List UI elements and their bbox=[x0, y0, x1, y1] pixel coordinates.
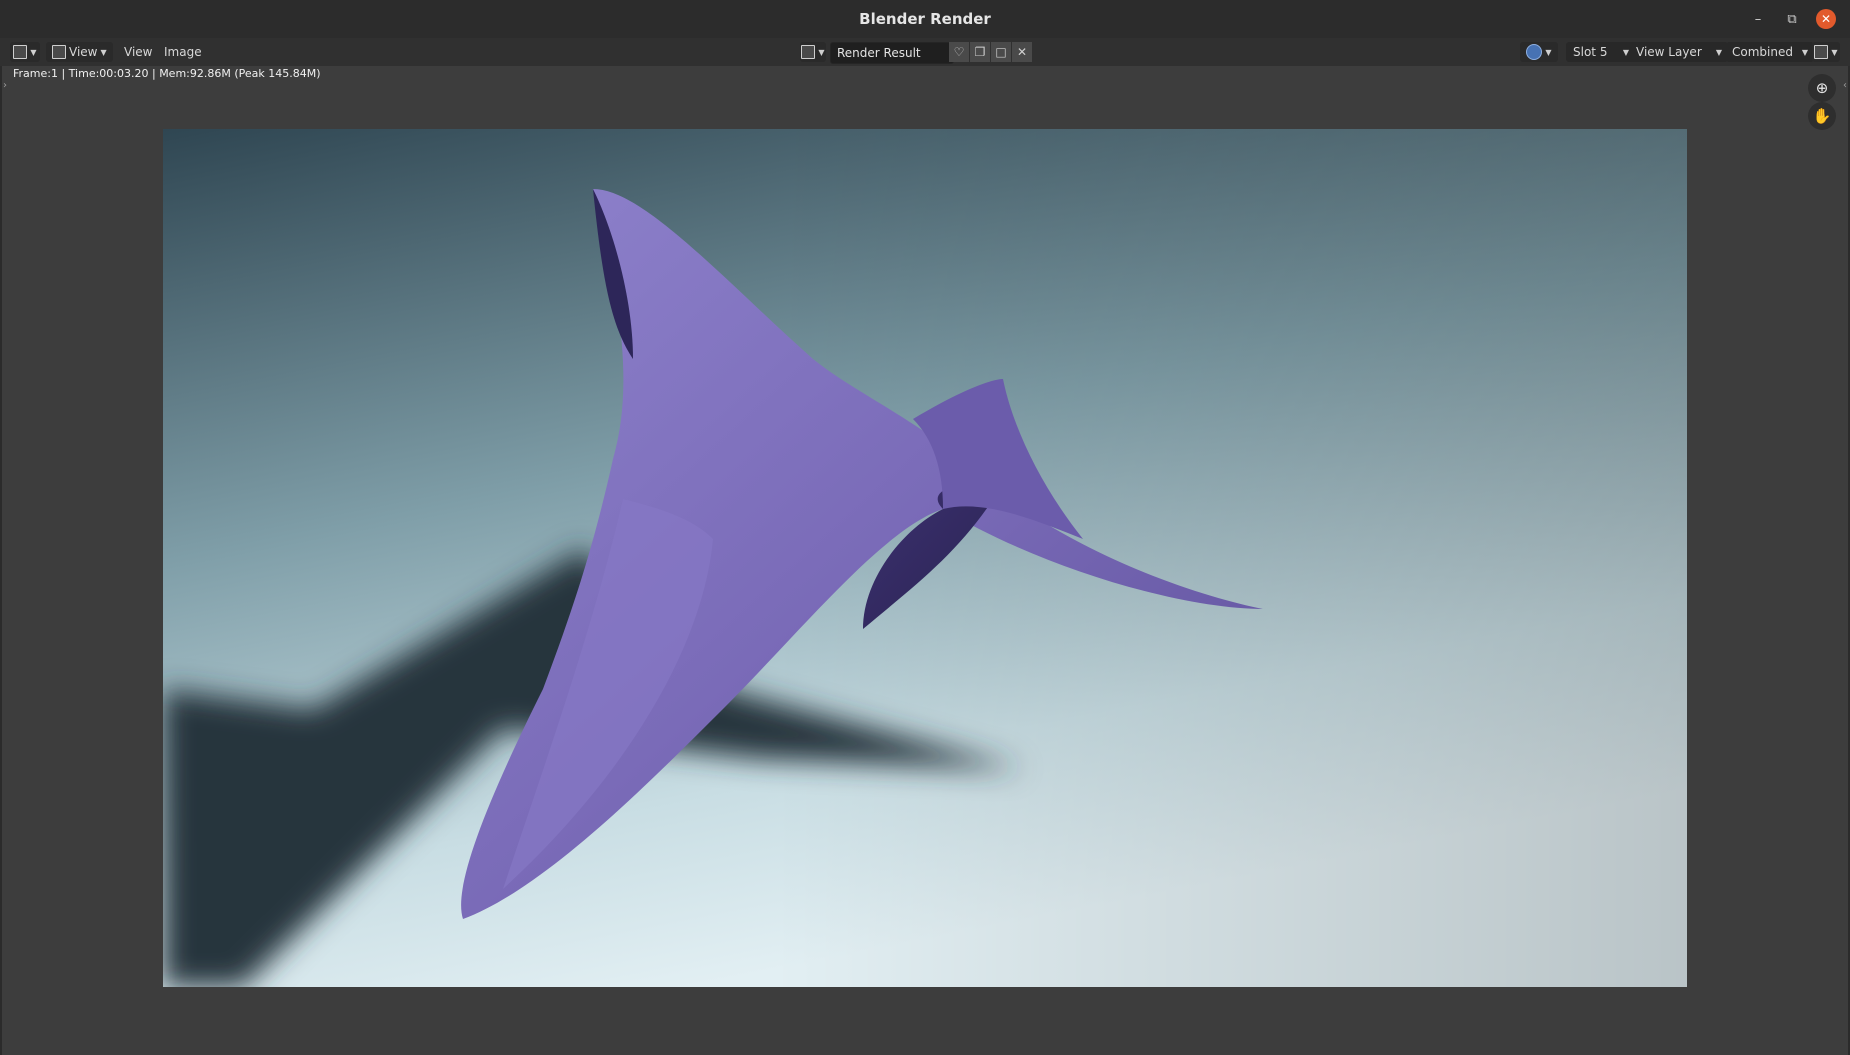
chevron-down-icon: ▼ bbox=[1801, 47, 1808, 57]
zoom-icon[interactable]: ⊕ bbox=[1808, 74, 1836, 102]
new-image-icon[interactable]: ❐ bbox=[970, 42, 990, 62]
toolbar-expand-icon[interactable]: › bbox=[3, 80, 7, 91]
render-image-canvas bbox=[163, 129, 1687, 987]
chevron-down-icon: ▼ bbox=[818, 47, 825, 57]
slot-label: Slot 5 bbox=[1573, 45, 1608, 59]
chevron-down-icon: ▼ bbox=[1545, 47, 1552, 57]
image-editor-header: ▼ View ▼ View Image ▼ Render Result ♡ ❐ … bbox=[0, 38, 1850, 66]
render-pass-label: Combined bbox=[1732, 45, 1793, 59]
view-mode-dropdown[interactable]: View ▼ bbox=[46, 42, 113, 62]
view-mode-label: View bbox=[69, 45, 98, 59]
editor-type-button[interactable]: ▼ bbox=[10, 42, 40, 62]
slot-dropdown[interactable]: Slot 5 ▼ bbox=[1566, 42, 1635, 62]
close-icon[interactable]: ✕ bbox=[1816, 9, 1836, 29]
image-icon bbox=[801, 45, 816, 59]
unlink-icon[interactable]: ✕ bbox=[1012, 42, 1032, 62]
chevron-down-icon: ▼ bbox=[1715, 47, 1722, 57]
display-channels-button[interactable]: ▼ bbox=[1812, 42, 1840, 62]
chevron-down-icon: ▼ bbox=[1831, 47, 1838, 57]
left-window-border bbox=[0, 38, 2, 1055]
fake-user-icon[interactable]: ♡ bbox=[949, 42, 969, 62]
open-image-icon[interactable]: □ bbox=[991, 42, 1011, 62]
menu-image[interactable]: Image bbox=[164, 42, 202, 62]
browse-image-button[interactable]: ▼ bbox=[800, 42, 826, 62]
window-titlebar: Blender Render – ⧉ ✕ bbox=[0, 0, 1850, 39]
view-layer-dropdown[interactable]: View Layer ▼ bbox=[1630, 42, 1728, 62]
sidebar-expand-icon[interactable]: ‹ bbox=[1843, 80, 1847, 91]
chevron-down-icon: ▼ bbox=[100, 47, 107, 57]
overlay-toggle[interactable]: ▼ bbox=[1520, 42, 1558, 62]
overlay-icon bbox=[1526, 44, 1543, 60]
render-info-text: Frame:1 | Time:00:03.20 | Mem:92.86M (Pe… bbox=[13, 67, 321, 80]
menu-view[interactable]: View bbox=[124, 42, 152, 62]
chevron-down-icon: ▼ bbox=[30, 47, 37, 57]
chevron-down-icon: ▼ bbox=[1622, 47, 1629, 57]
view-layer-label: View Layer bbox=[1636, 45, 1702, 59]
render-result-image[interactable] bbox=[163, 129, 1687, 987]
minimize-icon[interactable]: – bbox=[1748, 9, 1768, 29]
window-title: Blender Render bbox=[859, 10, 991, 28]
window-controls: – ⧉ ✕ bbox=[1748, 9, 1836, 29]
restore-icon[interactable]: ⧉ bbox=[1782, 9, 1802, 29]
render-pass-dropdown[interactable]: Combined ▼ bbox=[1726, 42, 1814, 62]
image-icon bbox=[52, 45, 66, 59]
image-editor-icon bbox=[13, 45, 28, 59]
hand-pan-icon[interactable]: ✋ bbox=[1808, 102, 1836, 130]
display-channels-icon bbox=[1814, 45, 1829, 59]
image-datablock-tools: ♡ ❐ □ ✕ bbox=[949, 42, 1033, 62]
image-name-field[interactable]: Render Result bbox=[830, 42, 954, 64]
